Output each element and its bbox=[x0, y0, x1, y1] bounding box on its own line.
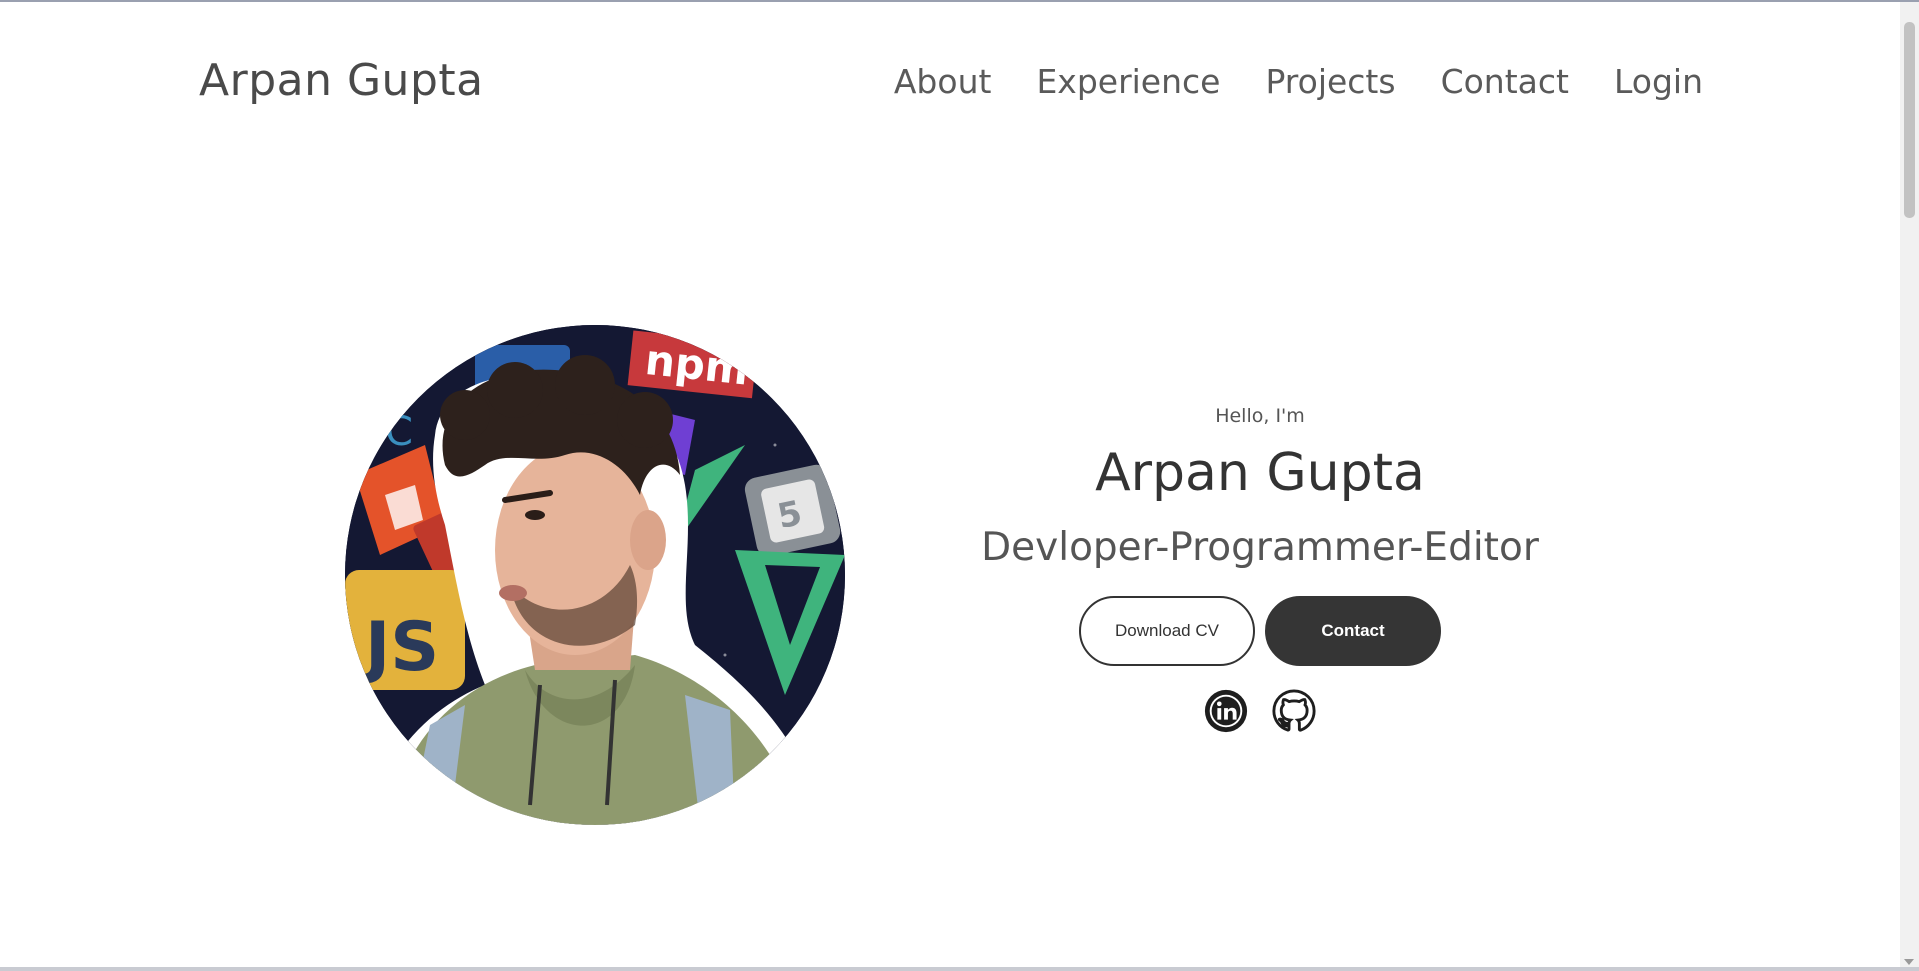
c-icon: C bbox=[385, 409, 413, 455]
nav-link-contact[interactable]: Contact bbox=[1441, 62, 1569, 101]
hero-role: Devloper-Programmer-Editor bbox=[981, 525, 1539, 570]
site-logo[interactable]: Arpan Gupta bbox=[199, 55, 484, 106]
nav-link-experience[interactable]: Experience bbox=[1036, 62, 1220, 101]
nav-link-projects[interactable]: Projects bbox=[1265, 62, 1395, 101]
hero-name: Arpan Gupta bbox=[1095, 443, 1425, 503]
github-icon[interactable] bbox=[1271, 688, 1317, 734]
greeting-text: Hello, I'm bbox=[1215, 405, 1305, 427]
main-nav: About Experience Projects Contact Login bbox=[894, 62, 1703, 101]
profile-picture: npm C 5 JS bbox=[345, 325, 845, 825]
social-links bbox=[940, 688, 1580, 734]
page-scrollbar[interactable] bbox=[1900, 2, 1919, 967]
nav-link-about[interactable]: About bbox=[894, 62, 992, 101]
download-cv-button[interactable]: Download CV bbox=[1079, 596, 1255, 666]
scroll-down-arrow-icon[interactable] bbox=[1904, 959, 1914, 965]
contact-button[interactable]: Contact bbox=[1265, 596, 1441, 666]
profile-illustration: npm C 5 JS bbox=[345, 325, 845, 825]
page: Arpan Gupta About Experience Projects Co… bbox=[0, 0, 1919, 971]
window-top-border bbox=[0, 0, 1919, 2]
scrollbar-thumb[interactable] bbox=[1904, 22, 1915, 218]
hero-section: Hello, I'm Arpan Gupta Devloper-Programm… bbox=[940, 405, 1580, 734]
js-logo-icon: JS bbox=[345, 570, 465, 690]
svg-text:JS: JS bbox=[361, 608, 439, 687]
hero-buttons: Download CV Contact bbox=[940, 596, 1580, 666]
window-bottom-border bbox=[0, 967, 1919, 971]
linkedin-icon[interactable] bbox=[1203, 688, 1249, 734]
nav-link-login[interactable]: Login bbox=[1614, 62, 1703, 101]
